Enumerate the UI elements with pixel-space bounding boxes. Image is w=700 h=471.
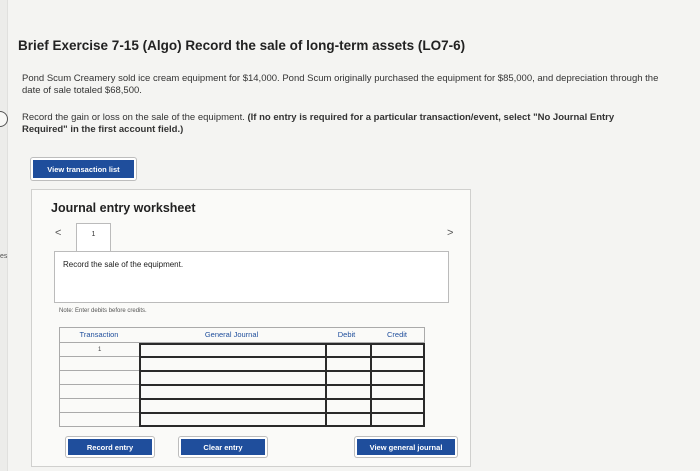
header-credit: Credit xyxy=(386,330,407,339)
entry-row-divider xyxy=(141,356,423,358)
worksheet-title: Journal entry worksheet xyxy=(51,201,196,215)
entry-row-divider xyxy=(141,370,423,372)
exercise-title: Brief Exercise 7-15 (Algo) Record the sa… xyxy=(18,38,466,53)
view-transaction-list-button[interactable]: View transaction list xyxy=(31,158,136,180)
entry-row-divider xyxy=(141,384,423,386)
row-divider xyxy=(59,327,425,328)
journal-entry-table: Transaction General Journal Debit Credit xyxy=(59,327,425,427)
journal-entry-input-area[interactable] xyxy=(139,343,425,427)
edge-text: es xyxy=(0,253,8,260)
entry-row-divider xyxy=(141,412,423,414)
transaction-description: Record the sale of the equipment. xyxy=(63,260,184,269)
header-transaction: Transaction xyxy=(79,330,119,339)
record-entry-button[interactable]: Record entry xyxy=(66,437,154,457)
debits-note: Note: Enter debits before credits. xyxy=(59,308,147,314)
transaction-number: 1 xyxy=(98,347,102,353)
problem-statement: Pond Scum Creamery sold ice cream equipm… xyxy=(22,73,659,96)
header-general-journal: General Journal xyxy=(204,330,259,339)
entry-row-divider xyxy=(141,398,423,400)
instructions-plain: Record the gain or loss on the sale of t… xyxy=(22,112,248,123)
chevron-left-icon[interactable]: < xyxy=(55,227,61,239)
transaction-description-box xyxy=(54,251,449,303)
header-debit: Debit xyxy=(337,330,356,339)
view-general-journal-button[interactable]: View general journal xyxy=(355,437,457,457)
instructions: Record the gain or loss on the sale of t… xyxy=(22,112,662,136)
tab-transaction-1[interactable]: 1 xyxy=(76,223,111,253)
clear-entry-button[interactable]: Clear entry xyxy=(179,437,267,457)
tab-label: 1 xyxy=(91,231,96,238)
page-left-edge xyxy=(0,0,8,471)
chevron-right-icon[interactable]: > xyxy=(447,227,453,239)
